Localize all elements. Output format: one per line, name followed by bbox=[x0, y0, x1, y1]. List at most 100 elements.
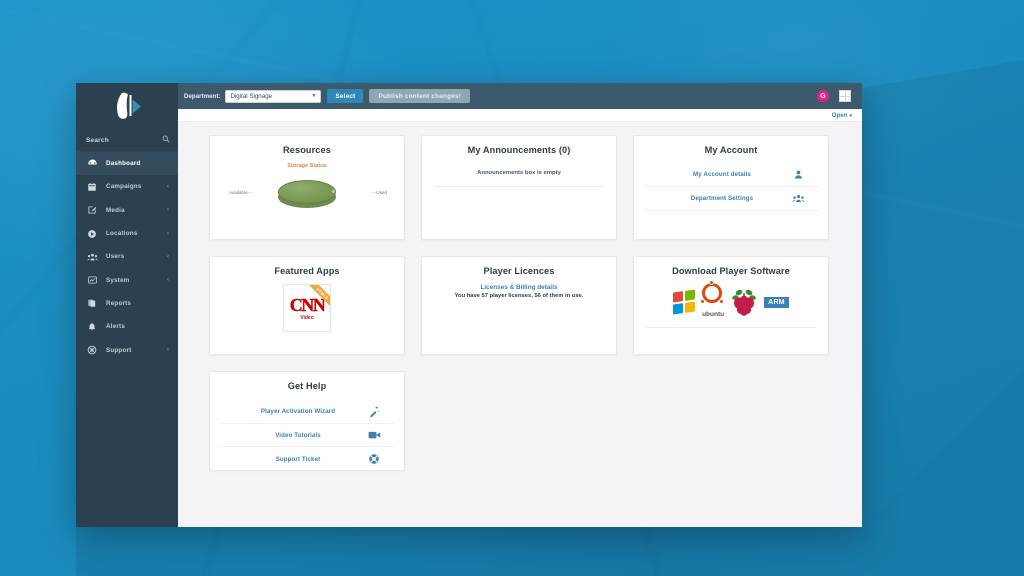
card-get-help: Get Help Player Activation Wizard Video … bbox=[209, 371, 405, 472]
licenses-billing-link[interactable]: Licenses & Billing details bbox=[432, 284, 606, 291]
ubuntu-icon[interactable]: ubuntu bbox=[700, 280, 725, 321]
ubuntu-label: ubuntu bbox=[702, 311, 725, 318]
sidebar-item-system[interactable]: System ‹ bbox=[76, 268, 178, 291]
help-row-video-tutorials[interactable]: Video Tutorials bbox=[220, 424, 394, 447]
department-settings-link[interactable]: Department Settings bbox=[654, 195, 790, 202]
card-featured-apps: Featured Apps CNN Video HTML5 bbox=[209, 256, 405, 355]
announcements-empty-text: Announcements box is empty bbox=[477, 170, 561, 176]
arm-icon[interactable]: ARM bbox=[764, 296, 789, 308]
player-activation-wizard-link[interactable]: Player Activation Wizard bbox=[230, 408, 366, 415]
sidebar-item-label: Support bbox=[106, 346, 132, 354]
chevron-down-icon: ▾ bbox=[849, 112, 852, 119]
sidebar-item-label: Users bbox=[106, 253, 125, 261]
sidebar-item-label: Alerts bbox=[106, 323, 126, 331]
my-account-details-link[interactable]: My Account details bbox=[654, 171, 790, 178]
sidebar-item-label: Dashboard bbox=[106, 160, 141, 168]
pie-label-used: —Used bbox=[371, 190, 387, 195]
avatar[interactable]: G bbox=[817, 90, 829, 102]
sidebar-item-campaigns[interactable]: Campaigns ‹ bbox=[76, 175, 178, 198]
sidebar-search[interactable]: Search bbox=[76, 129, 178, 152]
divider bbox=[646, 327, 816, 328]
play-circle-icon bbox=[87, 229, 102, 239]
sidebar-item-locations[interactable]: Locations ‹ bbox=[76, 222, 178, 245]
department-label: Department: bbox=[184, 92, 221, 100]
card-title: Resources bbox=[283, 145, 331, 155]
support-ticket-link[interactable]: Support Ticket bbox=[230, 456, 366, 463]
sidebar-item-users[interactable]: Users ‹ bbox=[76, 245, 178, 268]
apps-grid-icon[interactable] bbox=[839, 90, 851, 102]
play-flame-logo-icon bbox=[117, 92, 141, 119]
users-icon bbox=[87, 252, 102, 262]
card-title: My Announcements (0) bbox=[467, 145, 571, 155]
chart-icon bbox=[87, 275, 102, 285]
chevron-down-icon: ▼ bbox=[311, 93, 317, 99]
sidebar-item-label: System bbox=[106, 276, 130, 284]
chevron-left-icon: ‹ bbox=[167, 207, 169, 214]
sidebar-item-dashboard[interactable]: Dashboard bbox=[76, 152, 178, 176]
sidebar-item-alerts[interactable]: Alerts bbox=[76, 315, 178, 338]
calendar-icon bbox=[87, 182, 102, 192]
copy-icon bbox=[87, 298, 102, 308]
dashboard-grid: Resources Storage Status Available— —Use… bbox=[178, 135, 862, 472]
users-group-icon bbox=[790, 193, 806, 204]
lifering-icon bbox=[366, 453, 382, 465]
license-usage-note: You have 57 player licenses, 56 of them … bbox=[454, 293, 584, 299]
arm-label: ARM bbox=[764, 296, 789, 308]
sidebar-item-reports[interactable]: Reports bbox=[76, 292, 178, 315]
sub-toolbar: Open ▾ bbox=[178, 109, 862, 122]
lifering-icon bbox=[87, 345, 102, 355]
sidebar-item-support[interactable]: Support ‹ bbox=[76, 338, 178, 361]
chevron-left-icon: ‹ bbox=[167, 230, 169, 237]
divider bbox=[434, 186, 604, 187]
sidebar-item-label: Locations bbox=[106, 230, 138, 238]
bell-icon bbox=[87, 322, 102, 332]
main-area: Department: Digital Signage ▼ Select Pub… bbox=[178, 83, 862, 527]
card-title: Player Licences bbox=[483, 266, 555, 276]
storage-pie-chart: Available— —Used bbox=[220, 172, 394, 214]
sidebar-item-label: Media bbox=[106, 206, 125, 214]
department-select-value: Digital Signage bbox=[230, 92, 273, 100]
card-title: Download Player Software bbox=[672, 266, 790, 276]
open-label: Open bbox=[831, 111, 848, 119]
card-my-account: My Account My Account details Department… bbox=[633, 135, 829, 240]
card-title: My Account bbox=[704, 145, 758, 155]
sidebar-item-label: Reports bbox=[106, 299, 132, 307]
chevron-left-icon: ‹ bbox=[167, 277, 169, 284]
account-row-department-settings[interactable]: Department Settings bbox=[644, 187, 818, 211]
sidebar-item-media[interactable]: Media ‹ bbox=[76, 199, 178, 222]
storage-status-label: Storage Status bbox=[287, 163, 327, 169]
featured-app-cnn[interactable]: CNN Video HTML5 bbox=[283, 284, 331, 332]
sidebar-item-label: Campaigns bbox=[106, 183, 142, 191]
select-button[interactable]: Select bbox=[327, 89, 364, 103]
open-dropdown[interactable]: Open ▾ bbox=[832, 112, 852, 119]
search-icon[interactable] bbox=[162, 135, 170, 145]
card-player-licences: Player Licences Licenses & Billing detai… bbox=[421, 256, 617, 355]
help-row-activation-wizard[interactable]: Player Activation Wizard bbox=[220, 399, 394, 424]
sidebar-nav: Dashboard Campaigns ‹ Media ‹ Locations … bbox=[76, 152, 178, 362]
pie-3d bbox=[278, 180, 336, 208]
chevron-left-icon: ‹ bbox=[167, 253, 169, 260]
card-announcements: My Announcements (0) Announcements box i… bbox=[421, 135, 617, 240]
video-tutorials-link[interactable]: Video Tutorials bbox=[230, 432, 366, 439]
brand-logo[interactable] bbox=[76, 83, 178, 129]
windows-icon[interactable] bbox=[673, 289, 696, 315]
card-title: Featured Apps bbox=[274, 266, 340, 276]
raspberry-pi-icon[interactable] bbox=[731, 288, 757, 316]
sidebar: Search Dashboard Campaigns ‹ Media ‹ Loc… bbox=[76, 83, 178, 527]
chevron-left-icon: ‹ bbox=[167, 183, 169, 190]
platform-icons: ubuntu ARM bbox=[644, 280, 818, 321]
card-title: Get Help bbox=[287, 381, 327, 391]
publish-content-changes-button[interactable]: Publish content changes! bbox=[369, 89, 471, 103]
top-toolbar: Department: Digital Signage ▼ Select Pub… bbox=[178, 83, 862, 109]
cnn-logo: CNN bbox=[289, 294, 326, 315]
magic-wand-icon bbox=[366, 405, 382, 417]
help-row-support-ticket[interactable]: Support Ticket bbox=[220, 447, 394, 472]
pie-label-available: Available— bbox=[229, 190, 253, 195]
account-row-details[interactable]: My Account details bbox=[644, 163, 818, 187]
department-select[interactable]: Digital Signage ▼ bbox=[225, 89, 322, 103]
application-window: Search Dashboard Campaigns ‹ Media ‹ Loc… bbox=[76, 83, 862, 527]
chevron-left-icon: ‹ bbox=[167, 347, 169, 354]
search-label: Search bbox=[86, 136, 109, 144]
video-camera-icon bbox=[366, 430, 382, 440]
card-resources: Resources Storage Status Available— —Use… bbox=[209, 135, 405, 240]
